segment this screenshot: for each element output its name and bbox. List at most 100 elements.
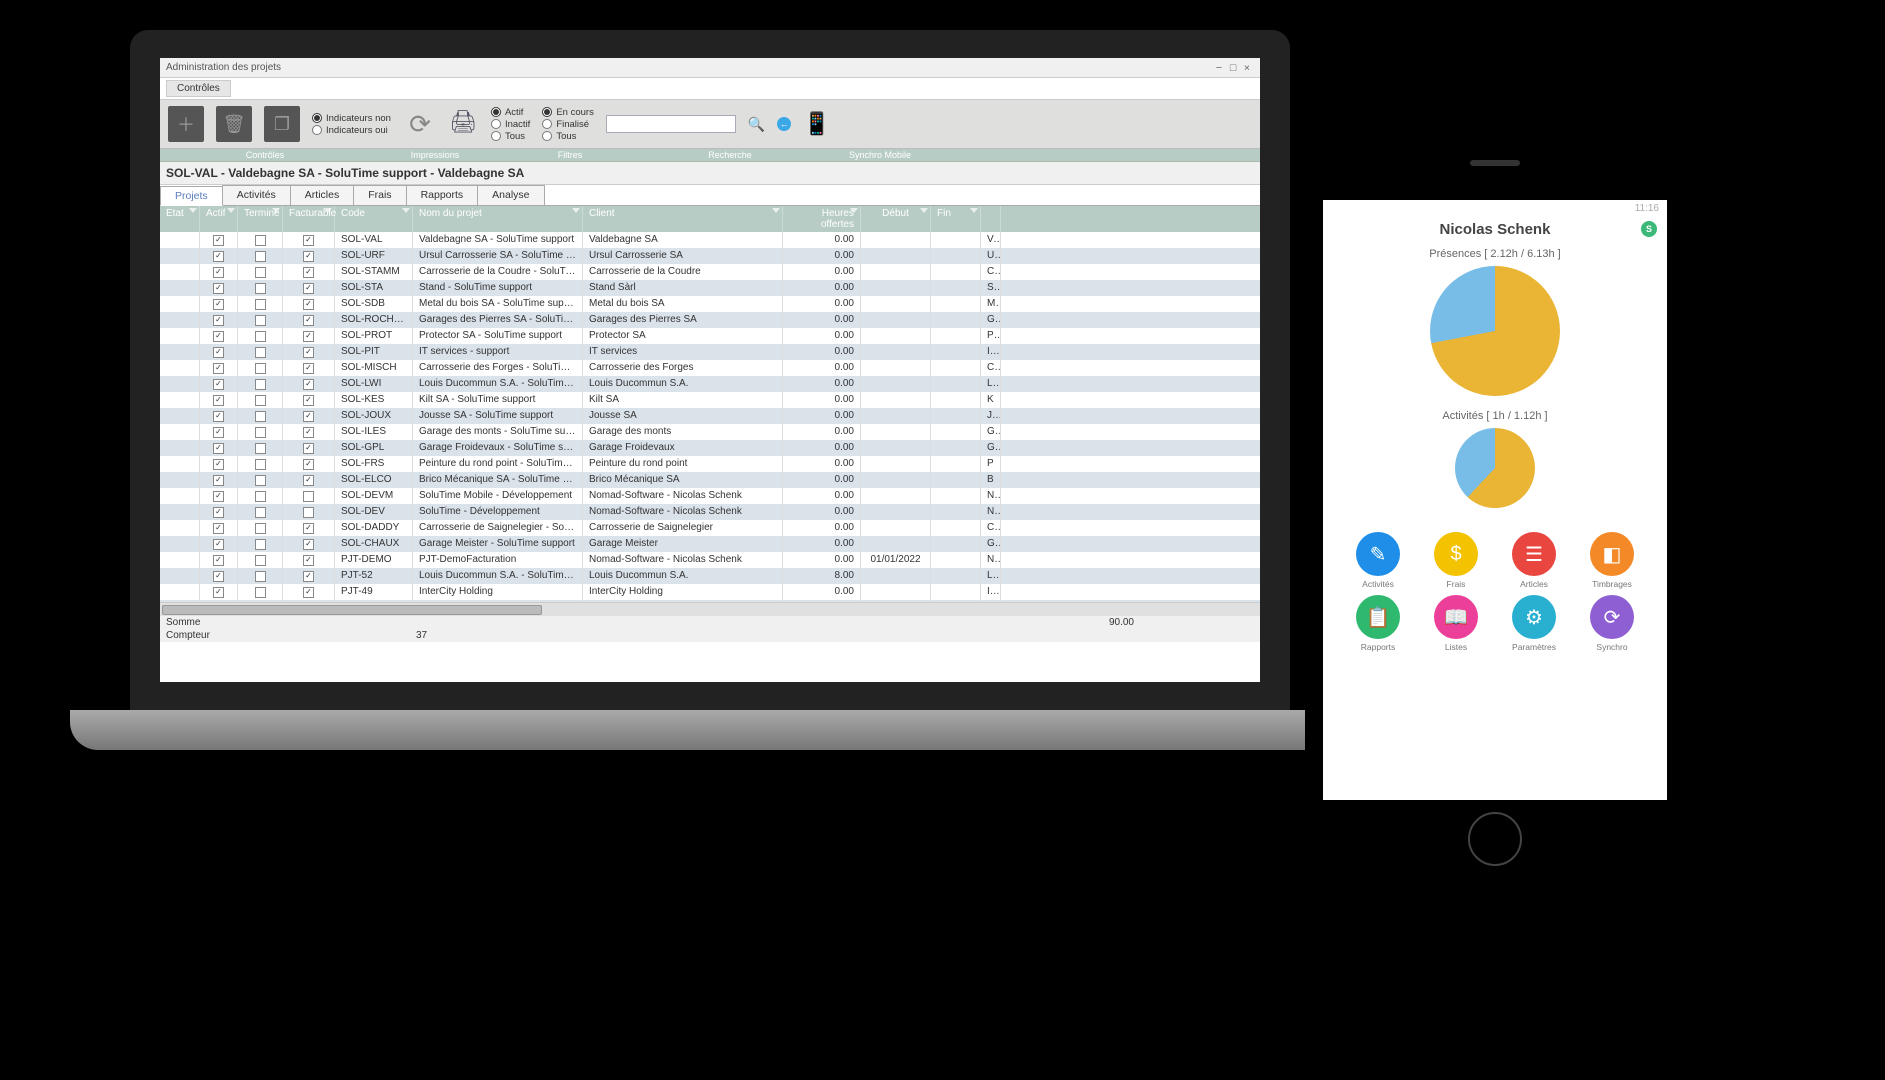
- copy-button[interactable]: ❐: [264, 106, 300, 142]
- table-row[interactable]: ✓✓SOL-STAMMCarrosserie de la Coudre - So…: [160, 264, 1260, 280]
- cell-actif[interactable]: ✓: [200, 440, 238, 456]
- col-fin[interactable]: Fin: [931, 206, 981, 232]
- cell-termine[interactable]: [238, 408, 283, 424]
- cell-termine[interactable]: [238, 504, 283, 520]
- cell-actif[interactable]: ✓: [200, 456, 238, 472]
- cell-actif[interactable]: ✓: [200, 408, 238, 424]
- refresh-button[interactable]: ⟳: [403, 107, 437, 141]
- cell-actif[interactable]: ✓: [200, 568, 238, 584]
- table-row[interactable]: ✓✓SOL-PITIT services - supportIT service…: [160, 344, 1260, 360]
- tous2-radio[interactable]: [542, 131, 552, 141]
- search-icon[interactable]: 🔍: [748, 116, 765, 133]
- tous1-radio[interactable]: [491, 131, 501, 141]
- cell-termine[interactable]: [238, 392, 283, 408]
- scrollbar-thumb[interactable]: [162, 605, 542, 615]
- finalise-radio[interactable]: [542, 119, 552, 129]
- add-button[interactable]: ＋: [168, 106, 204, 142]
- cell-termine[interactable]: [238, 440, 283, 456]
- grid-body[interactable]: ✓✓SOL-VALValdebagne SA - SoluTime suppor…: [160, 232, 1260, 602]
- col-heures[interactable]: Heures offertes: [783, 206, 861, 232]
- indicators-on-radio[interactable]: [312, 125, 322, 135]
- cell-facturable[interactable]: ✓: [283, 520, 335, 536]
- cell-termine[interactable]: [238, 552, 283, 568]
- cell-actif[interactable]: ✓: [200, 344, 238, 360]
- tab-analyse[interactable]: Analyse: [477, 185, 544, 205]
- cell-termine[interactable]: [238, 472, 283, 488]
- table-row[interactable]: ✓✓PJT-49InterCity HoldingInterCity Holdi…: [160, 584, 1260, 600]
- cell-termine[interactable]: [238, 568, 283, 584]
- cell-facturable[interactable]: ✓: [283, 456, 335, 472]
- cell-termine[interactable]: [238, 584, 283, 600]
- cell-actif[interactable]: ✓: [200, 552, 238, 568]
- back-button[interactable]: ←: [777, 117, 791, 131]
- table-row[interactable]: ✓✓SOL-MISCHCarrosserie des Forges - Solu…: [160, 360, 1260, 376]
- cell-facturable[interactable]: ✓: [283, 584, 335, 600]
- table-row[interactable]: ✓✓SOL-JOUXJousse SA - SoluTime supportJo…: [160, 408, 1260, 424]
- cell-termine[interactable]: [238, 328, 283, 344]
- cell-facturable[interactable]: ✓: [283, 472, 335, 488]
- cell-termine[interactable]: [238, 456, 283, 472]
- tab-articles[interactable]: Articles: [290, 185, 354, 205]
- table-row[interactable]: ✓✓SOL-ILESGarage des monts - SoluTime su…: [160, 424, 1260, 440]
- cell-termine[interactable]: [238, 520, 283, 536]
- cell-actif[interactable]: ✓: [200, 520, 238, 536]
- table-row[interactable]: ✓✓SOL-SDBMetal du bois SA - SoluTime sup…: [160, 296, 1260, 312]
- cell-facturable[interactable]: ✓: [283, 296, 335, 312]
- cell-actif[interactable]: ✓: [200, 392, 238, 408]
- cell-facturable[interactable]: ✓: [283, 344, 335, 360]
- cell-facturable[interactable]: ✓: [283, 392, 335, 408]
- app-synchro[interactable]: ⟳Synchro: [1575, 595, 1649, 652]
- cell-termine[interactable]: [238, 536, 283, 552]
- cell-actif[interactable]: ✓: [200, 264, 238, 280]
- cell-facturable[interactable]: ✓: [283, 424, 335, 440]
- minimize-button[interactable]: −: [1212, 62, 1226, 74]
- cell-facturable[interactable]: ✓: [283, 376, 335, 392]
- cell-termine[interactable]: [238, 248, 283, 264]
- cell-termine[interactable]: [238, 488, 283, 504]
- horizontal-scrollbar[interactable]: [160, 602, 1260, 616]
- cell-actif[interactable]: ✓: [200, 248, 238, 264]
- cell-termine[interactable]: [238, 376, 283, 392]
- delete-button[interactable]: 🗑: [216, 106, 252, 142]
- cell-actif[interactable]: ✓: [200, 312, 238, 328]
- tab-rapports[interactable]: Rapports: [406, 185, 479, 205]
- cell-termine[interactable]: [238, 424, 283, 440]
- cell-facturable[interactable]: ✓: [283, 248, 335, 264]
- cell-termine[interactable]: [238, 360, 283, 376]
- cell-actif[interactable]: ✓: [200, 232, 238, 248]
- table-row[interactable]: ✓✓SOL-URFUrsul Carrosserie SA - SoluTime…: [160, 248, 1260, 264]
- ribbon-tab-controles[interactable]: Contrôles: [166, 80, 231, 97]
- tab-frais[interactable]: Frais: [353, 185, 406, 205]
- cell-facturable[interactable]: ✓: [283, 264, 335, 280]
- table-row[interactable]: ✓SOL-DEVMSoluTime Mobile - Développement…: [160, 488, 1260, 504]
- cell-actif[interactable]: ✓: [200, 296, 238, 312]
- search-input[interactable]: [606, 115, 736, 133]
- cell-facturable[interactable]: ✓: [283, 280, 335, 296]
- cell-termine[interactable]: [238, 312, 283, 328]
- table-row[interactable]: ✓SOL-DEVSoluTime - DéveloppementNomad-So…: [160, 504, 1260, 520]
- close-button[interactable]: ×: [1240, 62, 1254, 74]
- cell-facturable[interactable]: ✓: [283, 440, 335, 456]
- cell-facturable[interactable]: ✓: [283, 328, 335, 344]
- cell-actif[interactable]: ✓: [200, 360, 238, 376]
- table-row[interactable]: ✓✓SOL-DADDYCarrosserie de Saignelegier -…: [160, 520, 1260, 536]
- cell-termine[interactable]: [238, 296, 283, 312]
- app-activités[interactable]: ✎Activités: [1341, 532, 1415, 589]
- cell-actif[interactable]: ✓: [200, 472, 238, 488]
- inactif-radio[interactable]: [491, 119, 501, 129]
- app-listes[interactable]: 📖Listes: [1419, 595, 1493, 652]
- table-row[interactable]: ✓✓SOL-STAStand - SoluTime supportStand S…: [160, 280, 1260, 296]
- status-badge[interactable]: S: [1641, 221, 1657, 237]
- app-timbrages[interactable]: ◧Timbrages: [1575, 532, 1649, 589]
- cell-actif[interactable]: ✓: [200, 504, 238, 520]
- cell-facturable[interactable]: ✓: [283, 568, 335, 584]
- table-row[interactable]: ✓✓SOL-VALValdebagne SA - SoluTime suppor…: [160, 232, 1260, 248]
- col-facturable[interactable]: Facturable: [283, 206, 335, 232]
- cell-facturable[interactable]: [283, 504, 335, 520]
- table-row[interactable]: ✓✓SOL-PROTProtector SA - SoluTime suppor…: [160, 328, 1260, 344]
- cell-termine[interactable]: [238, 264, 283, 280]
- col-client[interactable]: Client: [583, 206, 783, 232]
- cell-actif[interactable]: ✓: [200, 488, 238, 504]
- col-etat[interactable]: Etat: [160, 206, 200, 232]
- table-row[interactable]: ✓✓SOL-CHAUXGarage Meister - SoluTime sup…: [160, 536, 1260, 552]
